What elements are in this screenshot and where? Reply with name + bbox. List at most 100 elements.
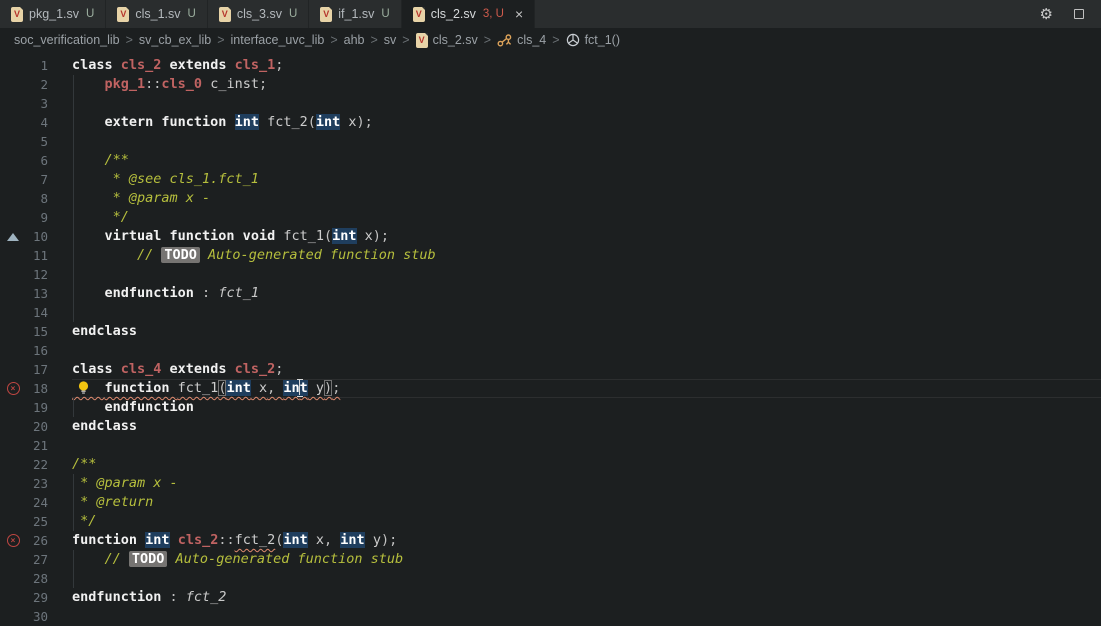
tab-cls_2.sv[interactable]: Vcls_2.sv3, U× (402, 0, 535, 28)
code-text[interactable]: pkg_1::cls_0 c_inst; (72, 75, 1101, 94)
breadcrumb-label: soc_verification_lib (14, 33, 120, 47)
line-number: 4 (26, 113, 48, 132)
code-token: endclass (72, 323, 137, 339)
gutter (0, 493, 26, 512)
line-number: 9 (26, 208, 48, 227)
tab-cls_3.sv[interactable]: Vcls_3.svU (208, 0, 309, 28)
code-text[interactable] (72, 341, 1101, 360)
code-token (72, 399, 105, 415)
code-token: Auto-generated function stub (200, 247, 436, 263)
code-token: fct_2 (186, 589, 227, 605)
code-text[interactable]: // TODO Auto-generated function stub (72, 246, 1101, 265)
code-line: 24 * @return (0, 493, 1101, 512)
line-number: 14 (26, 303, 48, 322)
code-text[interactable]: * @param x - (72, 474, 1101, 493)
code-line: 27 // TODO Auto-generated function stub (0, 550, 1101, 569)
indent-guide (73, 265, 74, 284)
code-text[interactable]: function fct_1(int x, int y); (72, 379, 1101, 398)
code-text[interactable] (72, 569, 1101, 588)
breadcrumb-item[interactable]: cls_4 (497, 33, 546, 47)
code-token: ; (332, 380, 340, 396)
code-line: 16 (0, 341, 1101, 360)
code-text[interactable] (72, 607, 1101, 626)
sv-file-icon: V (219, 7, 231, 22)
code-text[interactable]: * @see cls_1.fct_1 (72, 170, 1101, 189)
code-token: c_inst (202, 76, 259, 92)
code-text[interactable]: class cls_4 extends cls_2; (72, 360, 1101, 379)
code-line: 10 virtual function void fct_1(int x); (0, 227, 1101, 246)
code-text[interactable]: endfunction (72, 398, 1101, 417)
code-text[interactable]: * @param x - (72, 189, 1101, 208)
code-line: 30 (0, 607, 1101, 626)
todo-badge: TODO (129, 551, 168, 567)
line-number: 29 (26, 588, 48, 607)
code-text[interactable] (72, 303, 1101, 322)
tab-if_1.sv[interactable]: Vif_1.svU (309, 0, 401, 28)
code-text[interactable] (72, 94, 1101, 113)
code-text[interactable]: /** (72, 455, 1101, 474)
code-token: */ (72, 209, 129, 225)
layout-square-icon[interactable] (1074, 9, 1084, 19)
breadcrumb-item[interactable]: ahb (344, 33, 365, 47)
code-text[interactable]: extern function int fct_2(int x); (72, 113, 1101, 132)
code-editor[interactable]: 1class cls_2 extends cls_1;2 pkg_1::cls_… (0, 52, 1101, 626)
breadcrumb-item[interactable]: interface_uvc_lib (231, 33, 325, 47)
code-text[interactable] (72, 132, 1101, 151)
code-text[interactable]: function int cls_2::fct_2(int x, int y); (72, 531, 1101, 550)
indent-guide (73, 284, 74, 303)
code-text[interactable]: * @return (72, 493, 1101, 512)
code-text[interactable]: endfunction : fct_2 (72, 588, 1101, 607)
tab-filename: cls_3.sv (237, 7, 282, 21)
line-number: 1 (26, 56, 48, 75)
code-text[interactable] (72, 265, 1101, 284)
code-token: // (72, 247, 161, 263)
code-token: function (72, 532, 145, 548)
breadcrumb-item[interactable]: soc_verification_lib (14, 33, 120, 47)
code-token (72, 228, 105, 244)
code-text[interactable]: endfunction : fct_1 (72, 284, 1101, 303)
code-text[interactable]: endclass (72, 417, 1101, 436)
code-token: ); (357, 114, 373, 130)
breadcrumb-item[interactable]: fct_1() (566, 33, 620, 47)
error-icon: × (7, 534, 20, 547)
chevron-right-icon: > (552, 33, 559, 47)
code-text[interactable]: */ (72, 512, 1101, 531)
code-token: int (283, 532, 307, 548)
code-token: ) (324, 380, 332, 396)
indent-guide (73, 569, 74, 588)
tab-decoration-badge: U (86, 8, 94, 20)
breadcrumb-item[interactable]: sv_cb_ex_lib (139, 33, 211, 47)
tab-cls_1.sv[interactable]: Vcls_1.svU (106, 0, 207, 28)
code-token: endfunction (105, 285, 194, 301)
line-number: 22 (26, 455, 48, 474)
indent-guide (73, 170, 74, 189)
code-token: x (340, 114, 356, 130)
code-token (170, 532, 178, 548)
code-line: 4 extern function int fct_2(int x); (0, 113, 1101, 132)
code-token: virtual function void (105, 228, 284, 244)
breadcrumb-label: fct_1() (585, 33, 620, 47)
code-token (72, 76, 105, 92)
breadcrumb-item[interactable]: Vcls_2.sv (416, 33, 478, 48)
code-text[interactable]: */ (72, 208, 1101, 227)
tab-pkg_1.sv[interactable]: Vpkg_1.svU (0, 0, 106, 28)
code-text[interactable]: virtual function void fct_1(int x); (72, 227, 1101, 246)
line-number: 16 (26, 341, 48, 360)
close-icon[interactable]: × (515, 7, 523, 21)
indent-guide (73, 132, 74, 151)
code-token (72, 114, 105, 130)
chevron-right-icon: > (330, 33, 337, 47)
line-number: 30 (26, 607, 48, 626)
code-token: cls_2 (121, 57, 162, 73)
settings-gear-icon[interactable]: ⚙ (1040, 5, 1053, 23)
code-text[interactable]: // TODO Auto-generated function stub (72, 550, 1101, 569)
code-text[interactable]: /** (72, 151, 1101, 170)
gutter (0, 303, 26, 322)
tab-filename: cls_1.sv (135, 7, 180, 21)
code-text[interactable]: class cls_2 extends cls_1; (72, 56, 1101, 75)
breadcrumb-item[interactable]: sv (384, 33, 397, 47)
code-text[interactable]: endclass (72, 322, 1101, 341)
indent-guide (73, 113, 74, 132)
code-token: ( (324, 228, 332, 244)
code-text[interactable] (72, 436, 1101, 455)
